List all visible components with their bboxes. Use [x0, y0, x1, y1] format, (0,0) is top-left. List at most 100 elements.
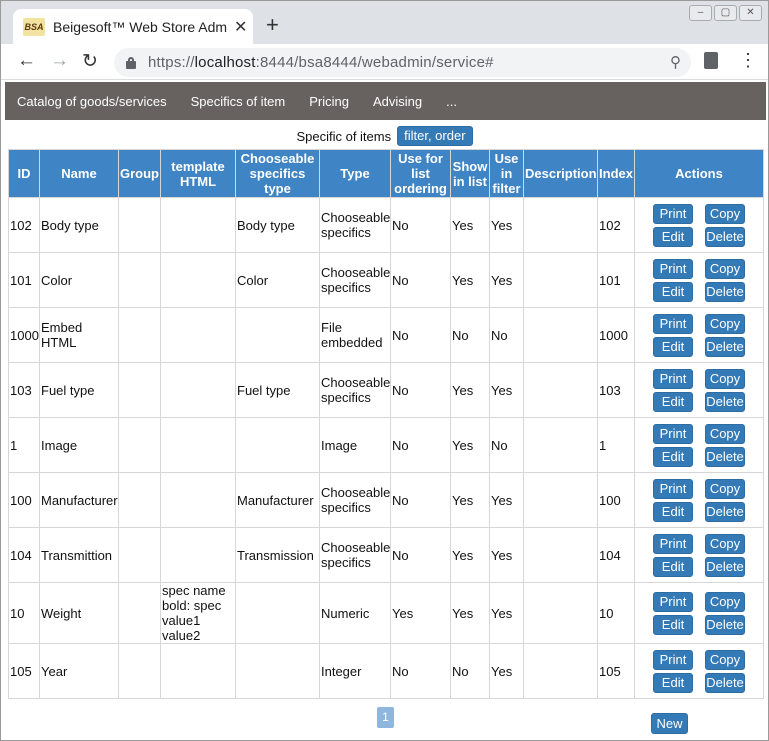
edit-button[interactable]: Edit	[653, 556, 693, 577]
cell-id: 104	[8, 527, 40, 583]
browser-menu-icon[interactable]: ⋮	[739, 51, 757, 69]
delete-button[interactable]: Delete	[705, 336, 745, 357]
cell-show-list: Yes	[450, 582, 490, 644]
col-header-description[interactable]: Description	[523, 149, 598, 198]
print-button[interactable]: Print	[653, 203, 693, 224]
cell-type: File embedded	[319, 307, 391, 363]
cell-actions: Print Copy Edit Delete	[634, 362, 764, 418]
print-button[interactable]: Print	[653, 649, 693, 670]
menu-item-advising[interactable]: Advising	[361, 94, 434, 109]
cell-use-filter: Yes	[489, 197, 524, 253]
cell-chooseable	[235, 417, 320, 473]
print-button[interactable]: Print	[653, 423, 693, 444]
delete-button[interactable]: Delete	[705, 614, 745, 635]
page-title: Specific of items	[296, 128, 392, 144]
delete-button[interactable]: Delete	[705, 391, 745, 412]
menu-item-pricing[interactable]: Pricing	[297, 94, 361, 109]
copy-button[interactable]: Copy	[705, 591, 745, 612]
cell-name: Year	[39, 643, 119, 699]
maximize-icon[interactable]: ▢	[714, 5, 737, 21]
col-header-id[interactable]: ID	[8, 149, 40, 198]
cell-type: Image	[319, 417, 391, 473]
clipboard-extension-icon[interactable]	[704, 52, 718, 69]
col-header-use-filter[interactable]: Use in filter	[489, 149, 524, 198]
cell-use-list: No	[390, 362, 451, 418]
edit-button[interactable]: Edit	[653, 336, 693, 357]
edit-button[interactable]: Edit	[653, 226, 693, 247]
delete-button[interactable]: Delete	[705, 501, 745, 522]
cell-actions: Print Copy Edit Delete	[634, 197, 764, 253]
copy-button[interactable]: Copy	[705, 258, 745, 279]
cell-template: spec name bold: spec value1 value2	[160, 582, 236, 644]
cell-template	[160, 252, 236, 308]
close-tab-icon[interactable]: ✕	[234, 17, 247, 37]
cell-type: Integer	[319, 643, 391, 699]
delete-button[interactable]: Delete	[705, 226, 745, 247]
cell-type: Chooseable specifics	[319, 252, 391, 308]
main-menu: Catalog of goods/services Specifics of i…	[5, 82, 766, 120]
address-bar[interactable]: https://localhost:8444/bsa8444/webadmin/…	[114, 48, 691, 77]
print-button[interactable]: Print	[653, 591, 693, 612]
menu-item-catalog[interactable]: Catalog of goods/services	[5, 94, 179, 109]
print-button[interactable]: Print	[653, 258, 693, 279]
col-header-name[interactable]: Name	[39, 149, 119, 198]
cell-id: 1	[8, 417, 40, 473]
cell-group	[118, 197, 161, 253]
cell-group	[118, 643, 161, 699]
print-button[interactable]: Print	[653, 533, 693, 554]
pagination-page[interactable]: 1	[377, 707, 394, 728]
edit-button[interactable]: Edit	[653, 281, 693, 302]
delete-button[interactable]: Delete	[705, 672, 745, 693]
col-header-index[interactable]: Index	[597, 149, 635, 198]
col-header-chooseable[interactable]: Chooseable specifics type	[235, 149, 320, 198]
cell-type: Chooseable specifics	[319, 362, 391, 418]
close-window-icon[interactable]: ✕	[739, 5, 762, 21]
delete-button[interactable]: Delete	[705, 281, 745, 302]
cell-use-filter: No	[489, 307, 524, 363]
col-header-type[interactable]: Type	[319, 149, 391, 198]
minimize-icon[interactable]: –	[689, 5, 712, 21]
copy-button[interactable]: Copy	[705, 203, 745, 224]
menu-item-more[interactable]: ...	[434, 94, 469, 109]
edit-button[interactable]: Edit	[653, 501, 693, 522]
zoom-icon[interactable]: ⚲	[670, 53, 681, 71]
delete-button[interactable]: Delete	[705, 446, 745, 467]
reload-icon[interactable]: ↻	[82, 50, 98, 73]
back-icon[interactable]: ←	[17, 50, 36, 72]
cell-id: 1000	[8, 307, 40, 363]
col-header-use-list[interactable]: Use for list ordering	[390, 149, 451, 198]
cell-actions: Print Copy Edit Delete	[634, 643, 764, 699]
cell-index: 1000	[597, 307, 635, 363]
edit-button[interactable]: Edit	[653, 614, 693, 635]
col-header-group[interactable]: Group	[118, 149, 161, 198]
delete-button[interactable]: Delete	[705, 556, 745, 577]
copy-button[interactable]: Copy	[705, 368, 745, 389]
filter-order-button[interactable]: filter, order	[397, 126, 473, 146]
cell-show-list: Yes	[450, 472, 490, 528]
copy-button[interactable]: Copy	[705, 313, 745, 334]
copy-button[interactable]: Copy	[705, 478, 745, 499]
cell-template	[160, 307, 236, 363]
cell-show-list: Yes	[450, 362, 490, 418]
cell-description	[523, 643, 598, 699]
cell-use-filter: Yes	[489, 472, 524, 528]
copy-button[interactable]: Copy	[705, 423, 745, 444]
print-button[interactable]: Print	[653, 313, 693, 334]
browser-tab[interactable]: BSA Beigesoft™ Web Store Adm ✕	[13, 9, 253, 44]
edit-button[interactable]: Edit	[653, 391, 693, 412]
edit-button[interactable]: Edit	[653, 672, 693, 693]
edit-button[interactable]: Edit	[653, 446, 693, 467]
copy-button[interactable]: Copy	[705, 649, 745, 670]
cell-actions: Print Copy Edit Delete	[634, 527, 764, 583]
copy-button[interactable]: Copy	[705, 533, 745, 554]
print-button[interactable]: Print	[653, 478, 693, 499]
new-tab-icon[interactable]: +	[266, 12, 279, 38]
table-body: 102 Body type Body type Chooseable specific…	[8, 197, 764, 699]
new-button[interactable]: New	[651, 713, 688, 734]
cell-chooseable	[235, 307, 320, 363]
col-header-template[interactable]: template HTML	[160, 149, 236, 198]
col-header-show-list[interactable]: Show in list	[450, 149, 490, 198]
print-button[interactable]: Print	[653, 368, 693, 389]
menu-item-specifics[interactable]: Specifics of item	[179, 94, 298, 109]
forward-icon[interactable]: →	[50, 50, 69, 72]
